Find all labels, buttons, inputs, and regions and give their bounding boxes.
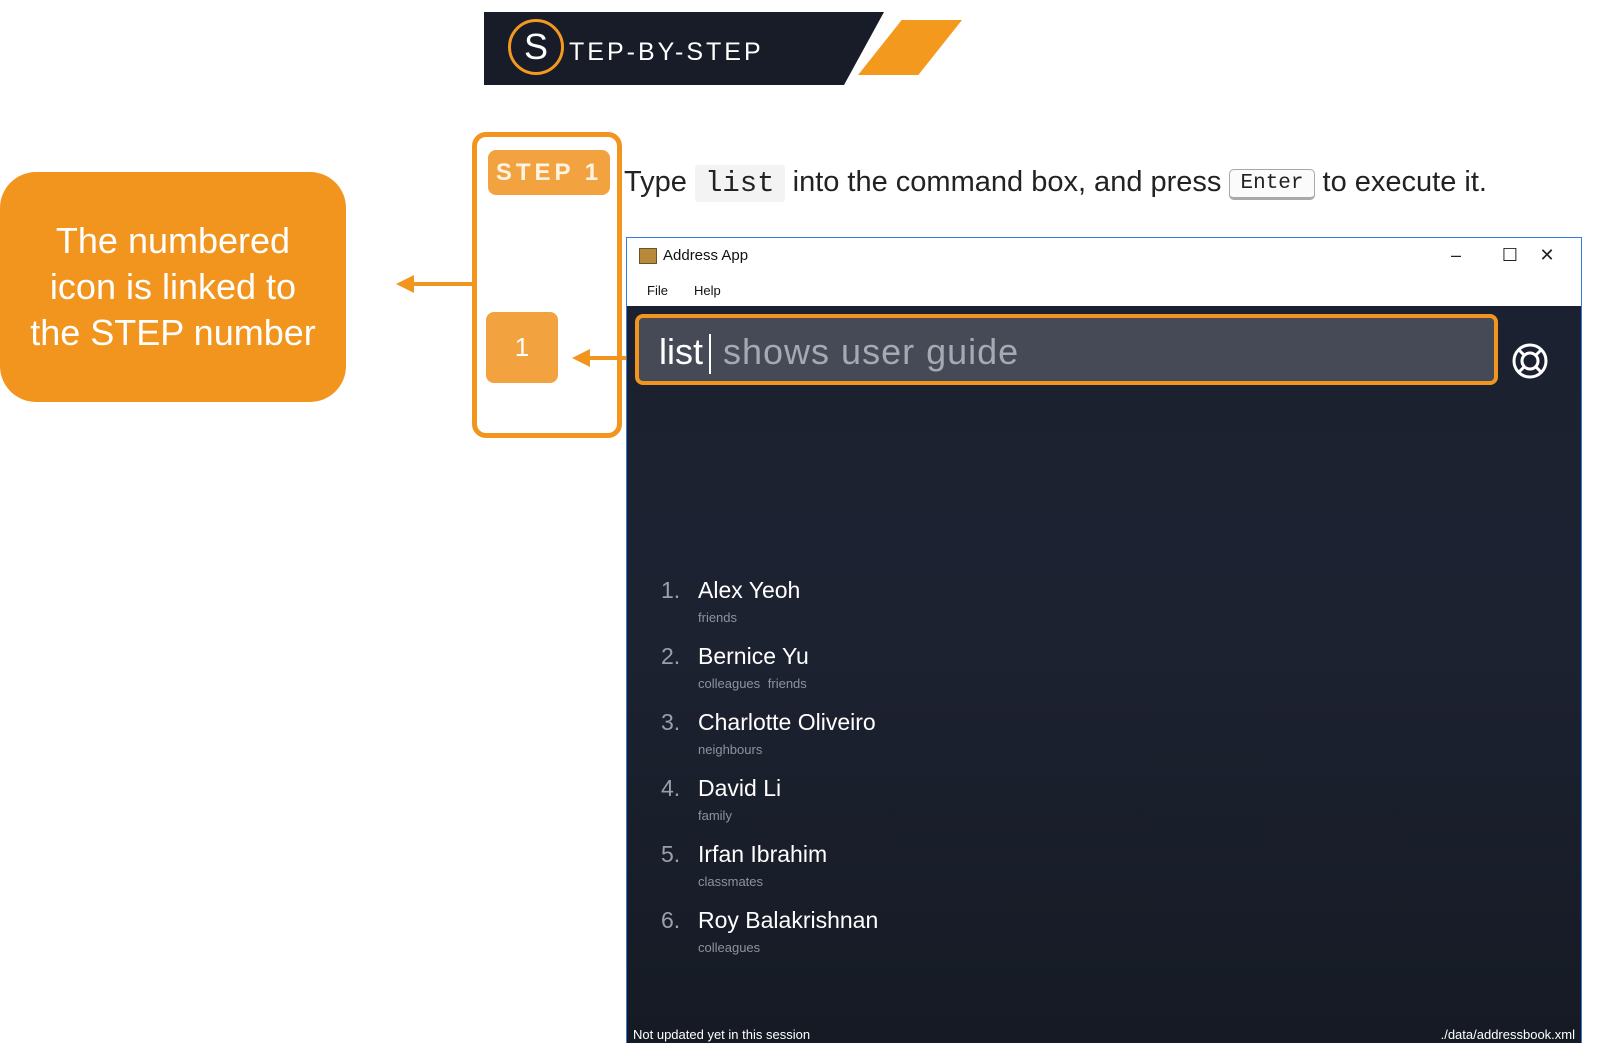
person-tags: friends	[698, 610, 738, 625]
status-bar: Not updated yet in this session ./data/a…	[627, 1019, 1581, 1043]
command-typed-text: list	[659, 331, 703, 372]
person-index: 5.	[661, 841, 681, 867]
instruction-middle: into the command box, and press	[784, 166, 1230, 198]
window-title: Address App	[663, 247, 749, 264]
callout-text: The numbered icon is linked to the STEP …	[30, 220, 316, 353]
person-name: Bernice Yu	[698, 643, 809, 669]
person-tags: family	[698, 808, 732, 823]
person-index: 2.	[661, 643, 681, 669]
enter-key: Enter	[1229, 169, 1315, 200]
step-arrow-head	[572, 349, 590, 367]
title-bar[interactable]: Address App – ☐ ✕	[627, 238, 1581, 274]
instruction-code: list	[694, 165, 785, 202]
menu-help[interactable]: Help	[694, 283, 721, 298]
menu-bar: File Help	[627, 274, 1581, 306]
person-tags: colleagues	[698, 940, 761, 955]
command-box[interactable]: list shows user guide	[635, 314, 1498, 385]
banner-s-logo: S	[508, 19, 564, 75]
person-tags: colleagues friends	[698, 676, 807, 691]
instruction-after: to execute it.	[1314, 166, 1487, 198]
person-card[interactable]: 3. Charlotte Oliveiro neighbours	[661, 709, 1261, 769]
address-app-window: Address App – ☐ ✕ File Help list shows u…	[626, 237, 1582, 1043]
close-button[interactable]: ✕	[1527, 242, 1567, 268]
person-index: 4.	[661, 775, 681, 801]
step-label-badge: STEP 1	[488, 150, 610, 195]
person-card[interactable]: 5. Irfan Ibrahim classmates	[661, 841, 1261, 901]
page: S TEP-BY-STEP The numbered icon is linke…	[0, 0, 1603, 1043]
person-card[interactable]: 2. Bernice Yu colleagues friends	[661, 643, 1261, 703]
instruction-before: Type	[624, 166, 695, 198]
sync-status: Not updated yet in this session	[633, 1027, 811, 1042]
person-name: David Li	[698, 775, 782, 801]
maximize-button[interactable]: ☐	[1490, 242, 1530, 268]
person-index: 6.	[661, 907, 681, 933]
menu-file[interactable]: File	[647, 283, 668, 298]
instruction-text: Type list into the command box, and pres…	[624, 165, 1487, 202]
person-name: Irfan Ibrahim	[698, 841, 828, 867]
minimize-button[interactable]: –	[1436, 242, 1476, 268]
command-placeholder: shows user guide	[723, 331, 1020, 372]
callout-arrow-line	[410, 282, 472, 286]
save-location: ./data/addressbook.xml	[1440, 1027, 1575, 1042]
app-body: list shows user guide 1. Alex Yeoh frien…	[627, 306, 1581, 1043]
lifebuoy-icon[interactable]	[1511, 342, 1549, 380]
person-tags: neighbours	[698, 742, 763, 757]
person-card[interactable]: 1. Alex Yeoh friends	[661, 577, 1261, 637]
banner-title: TEP-BY-STEP	[569, 38, 764, 66]
person-card[interactable]: 6. Roy Balakrishnan colleagues	[661, 907, 1261, 967]
person-index: 1.	[661, 577, 681, 603]
person-name: Alex Yeoh	[698, 577, 801, 603]
person-name: Charlotte Oliveiro	[698, 709, 876, 735]
step-number-icon: 1	[486, 312, 558, 383]
explanation-callout: The numbered icon is linked to the STEP …	[0, 172, 346, 402]
person-name: Roy Balakrishnan	[698, 907, 879, 933]
person-index: 3.	[661, 709, 681, 735]
app-icon	[639, 248, 657, 264]
person-card[interactable]: 4. David Li family	[661, 775, 1261, 835]
text-caret	[709, 334, 711, 374]
person-tags: classmates	[698, 874, 764, 889]
callout-arrow-head	[396, 275, 414, 293]
